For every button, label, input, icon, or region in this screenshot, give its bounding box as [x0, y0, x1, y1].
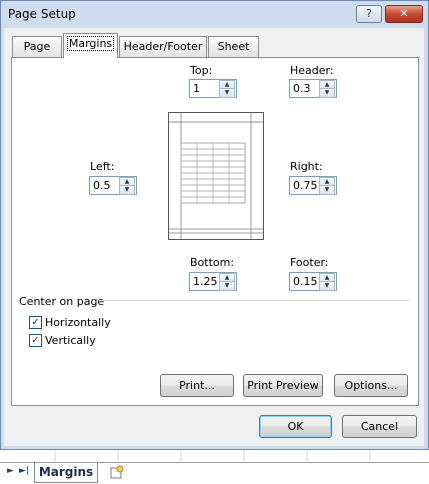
tab-header-footer[interactable]: Header/Footer: [119, 36, 207, 57]
last-sheet-icon[interactable]: ►|: [19, 466, 29, 476]
check-icon: ✓: [31, 317, 40, 328]
footer-margin-label: Footer:: [290, 256, 329, 269]
check-icon: ✓: [31, 335, 40, 346]
top-margin-label: Top:: [190, 64, 213, 77]
right-margin-value: 0.75: [293, 179, 318, 192]
tab-margins-label: Margins: [66, 36, 115, 51]
print-preview-button[interactable]: Print Preview: [243, 374, 323, 397]
left-margin-value: 0.5: [93, 179, 111, 192]
print-button[interactable]: Print...: [160, 374, 234, 397]
vertically-label[interactable]: Vertically: [45, 334, 96, 347]
options-button[interactable]: Options...: [334, 374, 408, 397]
bottom-margin-label: Bottom:: [190, 256, 235, 269]
group-divider: [99, 300, 409, 301]
margins-preview-drawing: [169, 113, 263, 239]
spin-down-icon[interactable]: ▼: [319, 281, 335, 291]
spin-down-icon[interactable]: ▼: [119, 185, 135, 195]
horizontally-label[interactable]: Horizontally: [45, 316, 111, 329]
tab-margins[interactable]: Margins: [63, 33, 118, 58]
left-margin-label: Left:: [90, 160, 115, 173]
margins-preview-page: [168, 112, 264, 240]
bottom-margin-spinbox[interactable]: 1.25 ▲ ▼: [189, 272, 237, 291]
top-margin-value: 1: [193, 82, 200, 95]
spin-down-icon[interactable]: ▼: [219, 281, 235, 291]
spin-down-icon[interactable]: ▼: [319, 185, 335, 195]
vertically-checkbox[interactable]: ✓: [29, 334, 42, 347]
spin-down-icon[interactable]: ▼: [219, 88, 235, 98]
right-margin-spinbox[interactable]: 0.75 ▲ ▼: [289, 176, 337, 195]
horizontally-checkbox[interactable]: ✓: [29, 316, 42, 329]
spreadsheet-gridlines: [54, 450, 371, 462]
close-button[interactable]: ✕: [385, 5, 423, 23]
next-sheet-icon[interactable]: ►: [7, 466, 14, 476]
left-margin-spinbox[interactable]: 0.5 ▲ ▼: [89, 176, 137, 195]
footer-margin-spinbox[interactable]: 0.15 ▲ ▼: [289, 272, 337, 291]
spin-down-icon[interactable]: ▼: [319, 88, 335, 98]
help-button[interactable]: ?: [356, 5, 382, 23]
sheet-tab-margins[interactable]: Margins: [34, 463, 98, 483]
center-on-page-label: Center on page: [19, 295, 105, 308]
bottom-margin-value: 1.25: [193, 275, 218, 288]
right-margin-label: Right:: [290, 160, 323, 173]
insert-sheet-icon[interactable]: [108, 465, 128, 481]
tab-sheet[interactable]: Sheet: [208, 36, 259, 57]
dialog-title: Page Setup: [8, 7, 76, 21]
cancel-button[interactable]: Cancel: [342, 415, 417, 438]
header-margin-label: Header:: [290, 64, 334, 77]
ok-button[interactable]: OK: [259, 415, 332, 438]
top-margin-spinbox[interactable]: 1 ▲ ▼: [189, 79, 237, 98]
insert-sheet-glyph: [110, 465, 124, 479]
spreadsheet-grid: [0, 450, 429, 462]
tab-page[interactable]: Page: [12, 36, 62, 57]
header-margin-value: 0.3: [293, 82, 311, 95]
header-margin-spinbox[interactable]: 0.3 ▲ ▼: [289, 79, 337, 98]
footer-margin-value: 0.15: [293, 275, 318, 288]
